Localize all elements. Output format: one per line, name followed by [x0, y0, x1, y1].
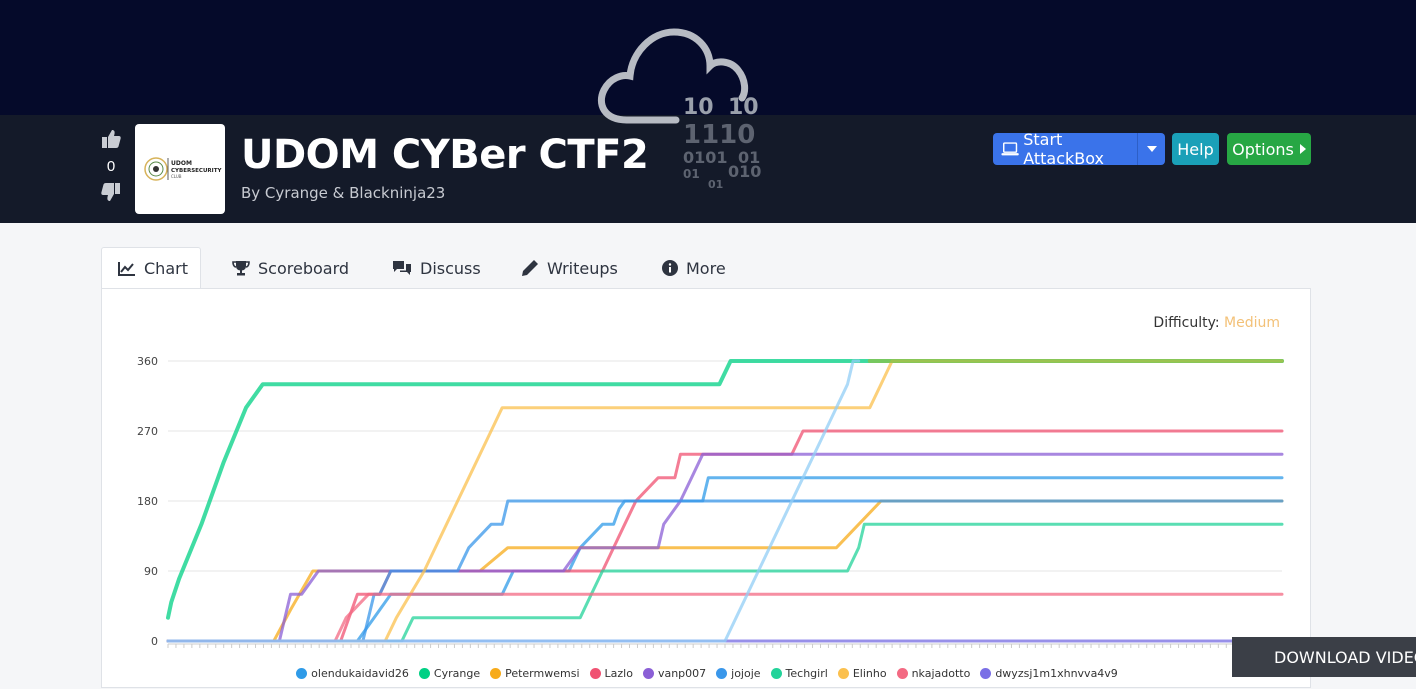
tab-discuss[interactable]: Discuss [392, 247, 481, 289]
trophy-icon [232, 261, 250, 276]
legend-label: olendukaidavid26 [311, 667, 409, 680]
series-line [166, 592, 1284, 643]
comments-icon [393, 261, 411, 275]
tab-label: Chart [144, 259, 188, 278]
svg-text:UDOM: UDOM [171, 160, 192, 167]
tab-label: Writeups [547, 258, 618, 278]
attackbox-dropdown-toggle[interactable] [1137, 133, 1165, 165]
legend-label: Petermwemsi [505, 667, 580, 680]
y-tick-label: 0 [151, 635, 158, 648]
binary-text: 01 [683, 167, 700, 181]
binary-text: 10 [728, 95, 759, 120]
binary-text: 0101 [683, 148, 728, 167]
legend-item[interactable]: Elinho [837, 667, 887, 680]
legend-item[interactable]: olendukaidavid26 [296, 667, 409, 680]
legend-swatch [296, 668, 308, 679]
legend-item[interactable]: nkajadotto [896, 667, 971, 680]
legend-swatch [418, 668, 430, 679]
legend-item[interactable]: vanp007 [642, 667, 707, 680]
legend-swatch [716, 668, 728, 679]
legend-swatch [770, 668, 782, 679]
start-attackbox-button[interactable]: Start AttackBox [993, 130, 1165, 168]
legend-item[interactable]: Lazlo [589, 667, 633, 680]
tab-label: More [686, 258, 726, 278]
tab-scoreboard[interactable]: Scoreboard [232, 247, 349, 289]
thumbs-down-icon[interactable] [100, 181, 122, 203]
room-author: By Cyrange & Blackninja23 [241, 184, 446, 202]
legend-item[interactable]: Cyrange [418, 667, 481, 680]
vote-count: 0 [106, 158, 116, 175]
legend-swatch [589, 668, 601, 679]
page-title: UDOM CYBer CTF2 [241, 132, 649, 178]
tab-label: Scoreboard [258, 258, 350, 278]
help-button[interactable]: Help [1172, 133, 1219, 165]
legend-label: jojoje [731, 667, 761, 680]
legend-swatch [837, 668, 849, 679]
svg-text:CLUB: CLUB [171, 174, 182, 179]
start-attackbox-main[interactable]: Start AttackBox [993, 130, 1137, 168]
info-circle-icon [662, 260, 678, 276]
binary-text: 01 [708, 178, 724, 191]
thumbs-up-icon[interactable] [100, 128, 122, 150]
vote-widget: 0 [98, 128, 124, 203]
legend-swatch [896, 668, 908, 679]
tab-chart[interactable]: Chart [101, 247, 201, 289]
start-attackbox-label: Start AttackBox [1023, 130, 1105, 168]
legend-item[interactable]: Petermwemsi [490, 667, 580, 680]
chart-legend: olendukaidavid26 Cyrange Petermwemsi Lazlo v… [102, 667, 1312, 680]
y-tick-label: 90 [144, 565, 158, 578]
legend-label: Elinho [852, 667, 887, 680]
pen-icon [522, 260, 538, 276]
legend-swatch [980, 668, 992, 679]
chart-panel: Difficulty: Medium 0 90 180 270 360 olenduka… [101, 288, 1311, 688]
legend-swatch [642, 668, 654, 679]
room-logo: UDOM CYBERSECURITY CLUB [135, 124, 225, 214]
y-tick-label: 360 [137, 355, 158, 368]
series-line [166, 429, 1284, 643]
binary-text: 10 [683, 95, 714, 120]
tab-label: Discuss [420, 258, 481, 278]
binary-text: 010 [728, 162, 762, 181]
download-video-button[interactable]: DOWNLOAD VIDEO [1232, 637, 1416, 677]
caret-right-icon [1299, 144, 1306, 154]
caret-down-icon [1146, 146, 1157, 152]
legend-label: Techgirl [785, 667, 828, 680]
progress-chart: 0 90 180 270 360 [137, 355, 1284, 648]
legend-label: dwyzsj1m1xhnvva4v9 [995, 667, 1118, 680]
legend-item[interactable]: jojoje [716, 667, 761, 680]
tab-more[interactable]: More [662, 247, 726, 289]
binary-text: 1110 [683, 120, 756, 150]
options-button[interactable]: Options [1227, 133, 1311, 165]
series-line [166, 359, 1284, 620]
legend-label: nkajadotto [911, 667, 971, 680]
legend-item[interactable]: Techgirl [770, 667, 828, 680]
laptop-icon [1001, 142, 1019, 156]
chart-line-icon [118, 261, 135, 276]
legend-swatch [490, 668, 502, 679]
options-label: Options [1232, 139, 1294, 159]
legend-label: Cyrange [433, 667, 481, 680]
legend-label: Lazlo [604, 667, 633, 680]
series-line [166, 522, 1284, 643]
y-tick-label: 180 [137, 495, 158, 508]
legend-label: vanp007 [657, 667, 707, 680]
y-tick-label: 270 [137, 425, 158, 438]
udom-cybersecurity-logo: UDOM CYBERSECURITY CLUB [144, 157, 222, 181]
tab-writeups[interactable]: Writeups [521, 247, 618, 289]
legend-item[interactable]: dwyzsj1m1xhnvva4v9 [980, 667, 1118, 680]
